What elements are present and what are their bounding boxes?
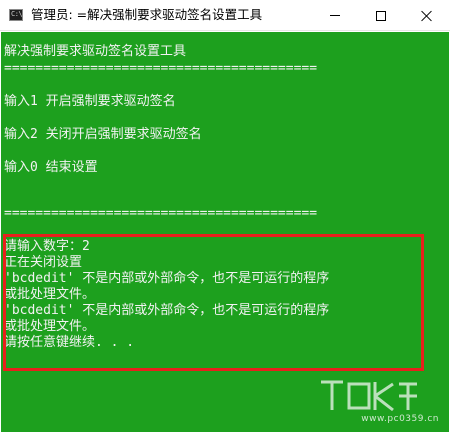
console-option-0: 输入0 结束设置 (4, 160, 98, 175)
console-output-area[interactable]: 解决强制要求驱动签名设置工具 =========================… (1, 32, 449, 432)
console-window: C:\ 管理员: =解决强制要求驱动签名设置工具 解决强制要求驱动签名设置工具 … (0, 0, 450, 432)
output-highlight-box (3, 234, 424, 371)
console-header: 解决强制要求驱动签名设置工具 (4, 44, 187, 59)
close-button[interactable] (404, 0, 450, 31)
window-title: 管理员: =解决强制要求驱动签名设置工具 (31, 7, 263, 22)
console-app-icon[interactable]: C:\ (9, 9, 23, 21)
maximize-icon (376, 10, 386, 21)
console-app-icon-label: C:\ (11, 10, 23, 18)
maximize-button[interactable] (358, 0, 404, 31)
title-bar[interactable]: C:\ 管理员: =解决强制要求驱动签名设置工具 (0, 0, 450, 31)
console-separator-top: ======================================== (4, 61, 318, 76)
site-watermark: www.pc0359.cn (313, 374, 443, 426)
minimize-button[interactable] (312, 0, 358, 31)
close-icon (421, 10, 433, 22)
watermark-text: www.pc0359.cn (361, 414, 439, 424)
console-option-2: 输入2 关闭开启强制要求驱动签名 (4, 127, 202, 142)
console-option-1: 输入1 开启强制要求驱动签名 (4, 94, 176, 109)
minimize-icon (330, 15, 340, 16)
console-separator-bottom: ======================================== (4, 206, 318, 221)
